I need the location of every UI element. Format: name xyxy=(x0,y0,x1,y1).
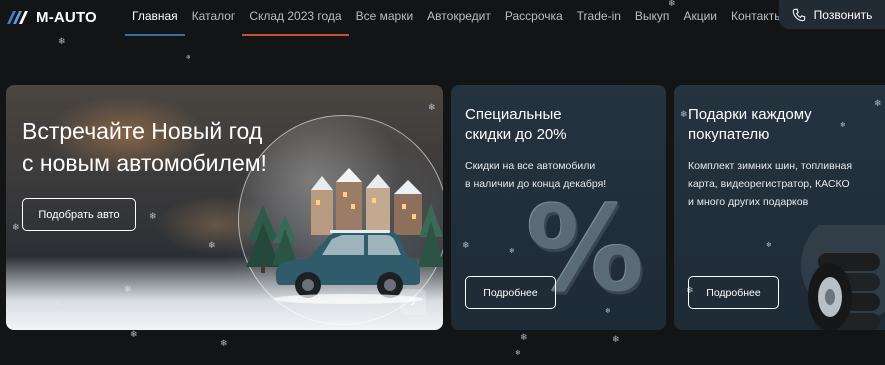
nav-item-label: Автокредит xyxy=(427,9,491,23)
nav-item-label: Выкуп xyxy=(634,9,670,23)
nav-item-label: Каталог xyxy=(191,9,236,23)
promo-text: Комплект зимних шин, топливная карта, ви… xyxy=(688,157,883,211)
nav-item-label: Trade-in xyxy=(576,9,621,23)
nav-active-underline xyxy=(125,34,185,36)
nav-item-label: Акции xyxy=(683,9,717,23)
snowflake-icon: ❄ xyxy=(208,241,216,251)
more-button[interactable]: Подробнее xyxy=(465,276,556,309)
hero-title: Встречайте Новый год с новым автомобилем… xyxy=(22,115,322,179)
logo-mark-icon xyxy=(7,11,28,24)
nav-item-home[interactable]: Главная xyxy=(125,0,185,36)
call-button[interactable]: Позвонить xyxy=(779,0,885,29)
nav-item-trade-in[interactable]: Trade-in xyxy=(570,0,628,36)
promo-text-line: Скидки на все автомобили xyxy=(465,160,596,172)
promo-card-gifts[interactable]: Подарки каждому покупателю Комплект зимн… xyxy=(674,85,885,330)
promo-text-line: и много других подарков xyxy=(688,196,809,208)
nav-item-stock-2023[interactable]: Склад 2023 года xyxy=(242,0,349,36)
snowflake-icon: ❄ xyxy=(509,247,515,255)
snowflake-icon: ❄ xyxy=(428,103,436,113)
snowflake-icon: ❄ xyxy=(462,241,470,251)
pick-car-button[interactable]: Подобрать авто xyxy=(22,198,136,231)
snowflake-icon: ❄ xyxy=(668,0,676,9)
snowflake-icon: ❄ xyxy=(515,349,521,357)
snowflake-icon: ❄ xyxy=(520,333,528,343)
nav-item-label: Главная xyxy=(132,9,178,23)
snowflake-icon: ❄ xyxy=(54,299,62,309)
promo-text-line: в наличии до конца декабря! xyxy=(465,178,607,190)
logo[interactable]: M-AUTO xyxy=(6,7,97,27)
snowflake-icon: ❄ xyxy=(686,286,694,296)
hero-banner[interactable]: Встречайте Новый год с новым автомобилем… xyxy=(6,85,443,330)
snowflake-icon: ❄ xyxy=(680,110,688,120)
nav-item-installment[interactable]: Рассрочка xyxy=(498,0,570,36)
promo-text-line: Комплект зимних шин, топливная xyxy=(688,160,853,172)
promo-title-line: покупателю xyxy=(688,126,770,143)
snowflake-icon: ❄ xyxy=(12,223,20,233)
nav-item-all-brands[interactable]: Все марки xyxy=(349,0,421,36)
slider-next-button[interactable]: › xyxy=(400,289,426,315)
nav-item-label: Склад 2023 года xyxy=(249,9,342,23)
nav-item-promotions[interactable]: Акции xyxy=(676,0,724,36)
main-nav: Главная Каталог Склад 2023 года Все марк… xyxy=(125,0,790,36)
nav-item-car-loan[interactable]: Автокредит xyxy=(420,0,498,36)
snowflake-icon: ❄ xyxy=(840,121,846,129)
promo-title: Специальные скидки до 20% xyxy=(465,105,665,145)
promo-title-line: Подарки каждому xyxy=(688,106,812,123)
promo-card-discounts[interactable]: % Специальные скидки до 20% Скидки на вс… xyxy=(451,85,666,330)
snowflake-icon: ❄ xyxy=(58,37,66,47)
hero-title-line: с новым автомобилем! xyxy=(22,150,267,176)
promo-text: Скидки на все автомобили в наличии до ко… xyxy=(465,157,660,193)
nav-item-catalog[interactable]: Каталог xyxy=(185,0,243,36)
snowflake-icon: ❄ xyxy=(220,339,228,349)
nav-item-label: Рассрочка xyxy=(504,9,563,23)
nav-item-label: Контакты xyxy=(730,9,783,23)
snowflake-icon: ❄ xyxy=(124,285,132,295)
logo-text: M-AUTO xyxy=(36,8,97,26)
call-button-label: Позвонить xyxy=(813,7,873,22)
more-button[interactable]: Подробнее xyxy=(688,276,779,309)
promo-title-line: Специальные xyxy=(465,106,562,123)
nav-item-label: Все марки xyxy=(355,9,414,23)
snowflake-icon: ❄ xyxy=(766,241,772,249)
snowflake-icon: ❄ xyxy=(130,330,138,340)
snowflake-icon: ❄ xyxy=(612,335,620,345)
snowflake-icon: ❄ xyxy=(605,307,611,315)
snowflake-icon: ❄ xyxy=(149,212,157,222)
site-header: M-AUTO Главная Каталог Склад 2023 года В… xyxy=(0,0,885,36)
promo-text-line: карта, видеорегистратор, КАСКО xyxy=(688,178,850,190)
hero-title-line: Встречайте Новый год xyxy=(22,118,263,144)
chevron-right-icon: › xyxy=(410,293,416,310)
promo-title-line: скидки до 20% xyxy=(465,126,567,143)
nav-accent-underline xyxy=(242,34,349,36)
snowflake-icon: ❄ xyxy=(874,99,882,109)
phone-icon xyxy=(792,8,805,21)
snowflake-icon: ❄ xyxy=(186,54,192,61)
promo-title: Подарки каждому покупателю xyxy=(688,105,885,145)
